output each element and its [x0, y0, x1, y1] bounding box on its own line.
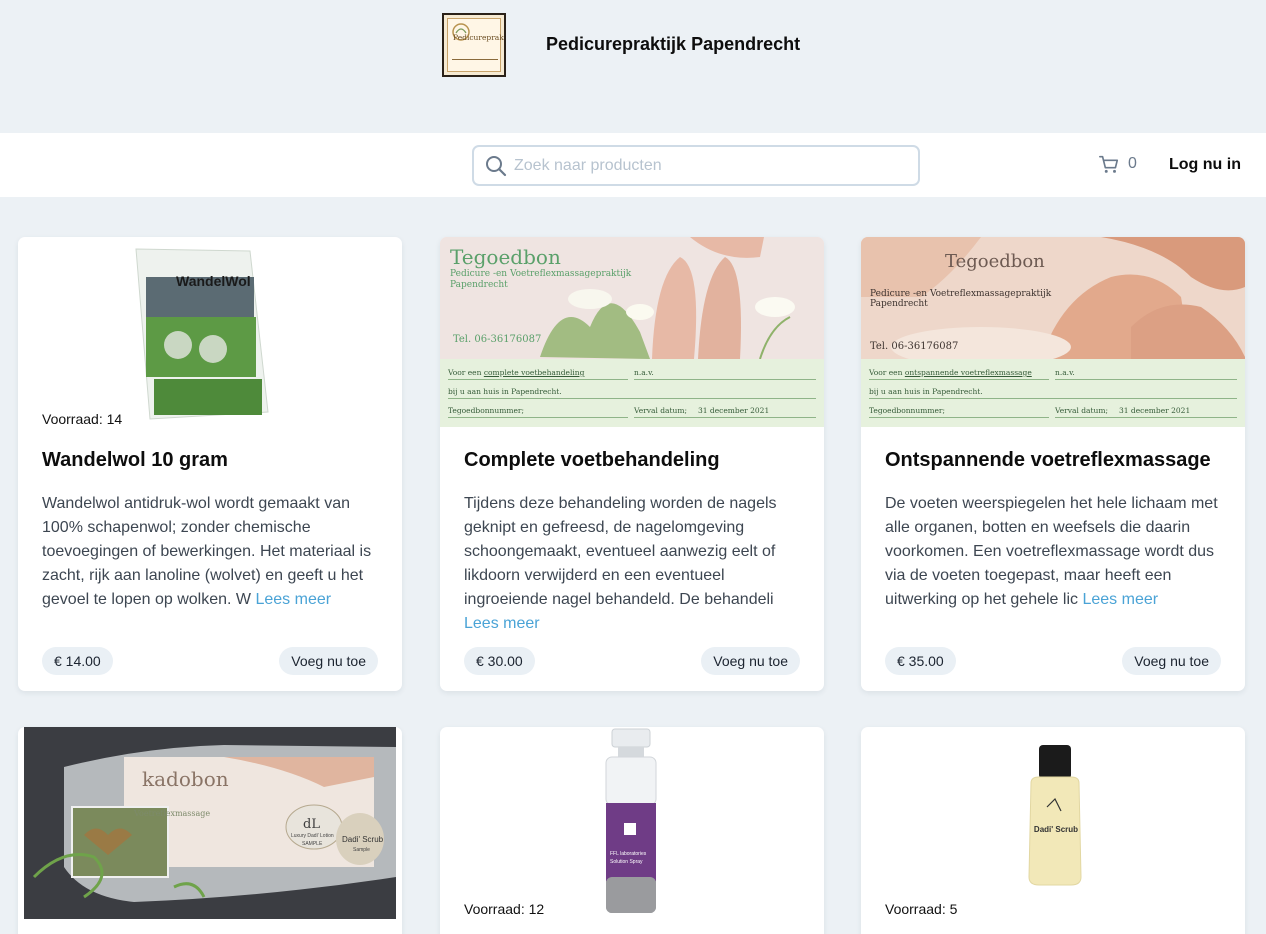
form-line: [448, 379, 628, 380]
voucher-place: Papendrecht: [870, 299, 928, 309]
add-to-cart-button[interactable]: Voeg nu toe: [701, 647, 800, 675]
search-box[interactable]: [472, 145, 920, 186]
navbar: 0 Log nu in: [0, 133, 1266, 197]
scrub-bottle-image: [1028, 745, 1082, 886]
logo-text: Pedicurepraktijk: [453, 33, 504, 42]
cart-button[interactable]: 0: [1098, 153, 1137, 175]
bottle-name: Dadi' Scrub: [1033, 825, 1079, 834]
product-title[interactable]: Wandelwol 10 gram: [42, 449, 228, 472]
form-label: bij u aan huis in Papendrecht.: [448, 387, 562, 396]
product-card: Tegoedbon Pedicure -en Voetreflexmassage…: [861, 237, 1245, 691]
shop-logo[interactable]: Pedicurepraktijk: [442, 13, 506, 77]
form-line: [1055, 379, 1237, 380]
form-line: [1055, 417, 1237, 418]
form-label: Tegoedbonnummer;: [448, 406, 524, 415]
cart-icon: [1099, 155, 1119, 173]
header: Pedicurepraktijk Pedicurepraktijk Papend…: [0, 0, 1266, 133]
form-label: Tegoedbonnummer;: [869, 406, 945, 415]
form-line: [869, 398, 1237, 399]
voucher-phone: Tel. 06-36176087: [453, 334, 542, 345]
form-label: n.a.v.: [1055, 368, 1075, 377]
add-to-cart-button[interactable]: Voeg nu toe: [1122, 647, 1221, 675]
gift-package-image: [24, 727, 396, 919]
product-card: kadobon Voetreflexmassage dL Luxury Dadi…: [18, 727, 402, 934]
description-text: De voeten weerspiegelen het hele lichaam…: [885, 495, 1218, 608]
add-to-cart-button[interactable]: Voeg nu toe: [279, 647, 378, 675]
voucher-title: Tegoedbon: [450, 245, 561, 269]
logo-divider: [452, 59, 498, 60]
read-more-link[interactable]: Lees meer: [464, 615, 540, 632]
product-image[interactable]: Dadi' Scrub: [861, 727, 1245, 917]
wandelwol-package-image: [135, 248, 269, 420]
voucher-form: Voor een complete voetbehandeling n.a.v.…: [440, 359, 824, 427]
search-icon: [486, 156, 507, 177]
price-badge: € 30.00: [464, 647, 535, 675]
form-line: [634, 379, 816, 380]
form-label: Verval datum;: [1055, 406, 1108, 415]
jar-sample: SAMPLE: [302, 841, 323, 847]
product-image[interactable]: Tegoedbon Pedicure -en Voetreflexmassage…: [861, 237, 1245, 427]
search-input[interactable]: [514, 153, 904, 179]
scrub-sample: Sample: [353, 847, 370, 853]
package-label: WandelWol: [176, 273, 251, 289]
cart-count: 0: [1128, 155, 1137, 172]
product-title[interactable]: Ontspannende voetreflexmassage: [885, 449, 1211, 472]
form-label: Voor een ontspannende voetreflexmassage: [869, 368, 1032, 377]
description-text: Tijdens deze behandeling worden de nagel…: [464, 495, 777, 608]
product-description: Wandelwol antidruk-wol wordt gemaakt van…: [42, 492, 384, 612]
form-label: Voor een complete voetbehandeling: [448, 368, 585, 377]
read-more-link[interactable]: Lees meer: [255, 591, 331, 608]
voucher-form: Voor een ontspannende voetreflexmassage …: [861, 359, 1245, 427]
login-link[interactable]: Log nu in: [1169, 156, 1241, 174]
scrub-label: Dadi' Scrub: [342, 835, 384, 844]
voucher-title: Tegoedbon: [945, 251, 1045, 272]
kadobon-label: kadobon: [142, 767, 229, 791]
kadobon-sub: Voetreflexmassage: [134, 809, 211, 818]
product-card: Tegoedbon Pedicure -en Voetreflexmassage…: [440, 237, 824, 691]
form-label: Verval datum;: [634, 406, 687, 415]
form-label: 31 december 2021: [698, 406, 770, 415]
bottle-brand: FFL laboratories: [610, 851, 647, 857]
form-line: [448, 398, 816, 399]
product-card: WandelWol Voorraad: 14 Wandelwol 10 gram…: [18, 237, 402, 691]
bottle-name: Solution Spray: [610, 859, 643, 865]
stock-count: Voorraad: 14: [42, 411, 123, 427]
product-image[interactable]: Tegoedbon Pedicure -en Voetreflexmassage…: [440, 237, 824, 427]
product-description: De voeten weerspiegelen het hele lichaam…: [885, 492, 1227, 612]
product-card: Dadi' Scrub Voorraad: 5: [861, 727, 1245, 934]
form-line: [869, 379, 1049, 380]
form-label: n.a.v.: [634, 368, 654, 377]
price-badge: € 14.00: [42, 647, 113, 675]
product-image[interactable]: kadobon Voetreflexmassage dL Luxury Dadi…: [24, 727, 396, 919]
product-image[interactable]: FFL laboratories Solution Spray: [440, 727, 824, 917]
product-image[interactable]: WandelWol: [18, 237, 402, 427]
form-line: [869, 417, 1049, 418]
form-line: [448, 417, 628, 418]
jar-label: dL: [303, 817, 320, 832]
form-line: [634, 417, 816, 418]
form-label: 31 december 2021: [1119, 406, 1191, 415]
voucher-place: Papendrecht: [450, 280, 508, 290]
read-more-link[interactable]: Lees meer: [1082, 591, 1158, 608]
shop-title[interactable]: Pedicurepraktijk Papendrecht: [546, 34, 800, 55]
product-description: Tijdens deze behandeling worden de nagel…: [464, 492, 806, 636]
product-card: FFL laboratories Solution Spray Voorraad…: [440, 727, 824, 934]
form-label: bij u aan huis in Papendrecht.: [869, 387, 983, 396]
price-badge: € 35.00: [885, 647, 956, 675]
product-title[interactable]: Complete voetbehandeling: [464, 449, 720, 472]
jar-small: Luxury Dadi' Lotion: [291, 833, 334, 839]
voucher-phone: Tel. 06-36176087: [870, 341, 959, 352]
stock-count: Voorraad: 12: [464, 901, 545, 917]
stock-count: Voorraad: 5: [885, 901, 958, 917]
voucher-subtitle: Pedicure -en Voetreflexmassagepraktijk: [450, 269, 632, 279]
spray-bottle-image: [605, 728, 657, 913]
